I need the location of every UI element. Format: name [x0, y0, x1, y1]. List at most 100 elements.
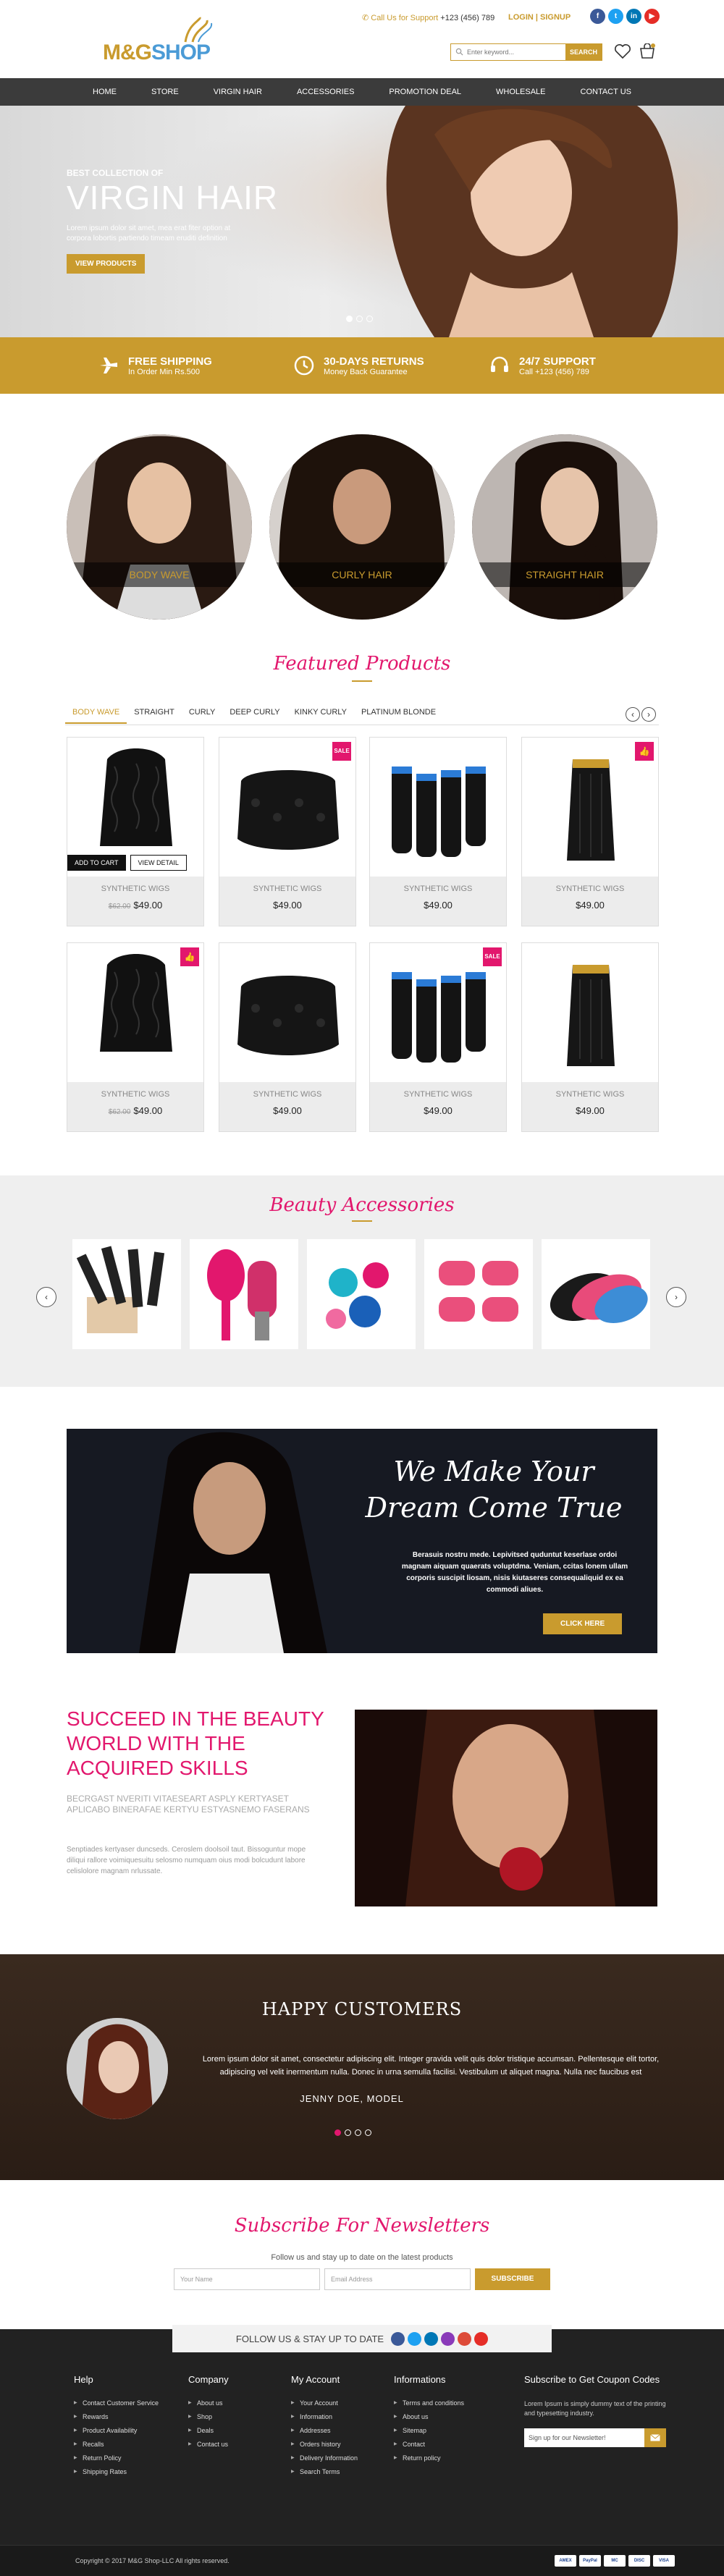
product-name[interactable]: SYNTHETIC WIGS — [370, 1090, 506, 1099]
footer-link[interactable]: Shop — [188, 2413, 229, 2420]
slider-dot[interactable] — [345, 2129, 351, 2136]
tabs-next-button[interactable]: › — [641, 707, 656, 722]
slider-dot[interactable] — [365, 2129, 371, 2136]
footer-link[interactable]: Information — [291, 2413, 358, 2420]
product-name[interactable]: SYNTHETIC WIGS — [370, 884, 506, 893]
category-curly-hair[interactable]: CURLY HAIR — [269, 434, 455, 620]
nav-item-virgin-hair[interactable]: VIRGIN HAIR — [196, 78, 279, 106]
product-name[interactable]: SYNTHETIC WIGS — [522, 884, 658, 893]
google-plus-icon[interactable] — [458, 2331, 472, 2346]
footer-link[interactable]: Rewards — [74, 2413, 159, 2420]
subscribe-button[interactable]: SUBSCRIBE — [475, 2268, 550, 2290]
footer-link[interactable]: Orders history — [291, 2441, 358, 2448]
footer-link[interactable]: Addresses — [291, 2427, 358, 2434]
footer-link[interactable]: About us — [188, 2399, 229, 2407]
footer-link[interactable]: Delivery Information — [291, 2454, 358, 2462]
facebook-icon[interactable]: f — [590, 9, 605, 24]
footer-link[interactable]: Search Terms — [291, 2468, 358, 2475]
like-badge-icon[interactable]: 👍 — [635, 742, 654, 761]
youtube-icon[interactable]: ▶ — [644, 9, 660, 24]
search-button[interactable]: SEARCH — [565, 44, 602, 60]
product-card[interactable]: SYNTHETIC WIGS $49.00 — [369, 737, 507, 926]
accessory-rollers[interactable] — [424, 1239, 533, 1349]
newsletter-name-input[interactable]: Your Name — [174, 2268, 320, 2290]
tab-curly[interactable]: CURLY — [182, 708, 222, 724]
footer-link[interactable]: Return Policy — [74, 2454, 159, 2462]
linkedin-icon[interactable]: in — [626, 9, 641, 24]
tab-platinum-blonde[interactable]: PLATINUM BLONDE — [354, 708, 443, 724]
footer-link[interactable]: Recalls — [74, 2441, 159, 2448]
like-badge-icon[interactable]: 👍 — [180, 947, 199, 966]
slider-dot[interactable] — [346, 316, 353, 322]
view-products-button[interactable]: VIEW PRODUCTS — [67, 254, 146, 274]
tabs-prev-button[interactable]: ‹ — [626, 707, 640, 722]
nav-item-promotion-deal[interactable]: PROMOTION DEAL — [371, 78, 479, 106]
footer-link[interactable]: Your Account — [291, 2399, 358, 2407]
product-card[interactable]: 👍 SYNTHETIC WIGS $62.00 $49.00 — [67, 942, 204, 1132]
nav-item-contact-us[interactable]: CONTACT US — [563, 78, 649, 106]
tab-body-wave[interactable]: BODY WAVE — [65, 708, 127, 724]
footer-link[interactable]: About us — [394, 2413, 464, 2420]
newsletter-email-input[interactable]: Email Address — [324, 2268, 471, 2290]
product-card[interactable]: SALE SYNTHETIC WIGS $49.00 — [219, 737, 356, 926]
product-name[interactable]: SYNTHETIC WIGS — [219, 884, 355, 893]
tab-deep-curly[interactable]: DEEP CURLY — [222, 708, 287, 724]
footer-link[interactable]: Return policy — [394, 2454, 464, 2462]
twitter-icon[interactable] — [408, 2331, 422, 2346]
nav-item-home[interactable]: HOME — [75, 78, 134, 106]
accessory-brushes[interactable] — [72, 1239, 181, 1349]
twitter-icon[interactable]: t — [608, 9, 623, 24]
footer-link[interactable]: Sitemap — [394, 2427, 464, 2434]
nav-item-store[interactable]: STORE — [134, 78, 196, 106]
accessory-detangler[interactable] — [542, 1239, 650, 1349]
product-image[interactable] — [219, 943, 355, 1082]
product-name[interactable]: SYNTHETIC WIGS — [67, 1090, 203, 1099]
tab-straight[interactable]: STRAIGHT — [127, 708, 182, 724]
product-card[interactable]: ADD TO CART VIEW DETAIL SYNTHETIC WIGS $62.… — [67, 737, 204, 926]
youtube-icon[interactable] — [474, 2331, 489, 2346]
search-input[interactable] — [451, 44, 565, 60]
nav-item-accessories[interactable]: ACCESSORIES — [279, 78, 371, 106]
product-card[interactable]: SYNTHETIC WIGS $49.00 — [219, 942, 356, 1132]
accessory-clips[interactable] — [307, 1239, 416, 1349]
footer-link[interactable]: Contact Customer Service — [74, 2399, 159, 2407]
sale-badge: SALE — [483, 947, 502, 966]
cart-icon[interactable] — [639, 43, 656, 59]
footer-link[interactable]: Shipping Rates — [74, 2468, 159, 2475]
product-card[interactable]: 👍 SYNTHETIC WIGS $49.00 — [521, 737, 659, 926]
instagram-icon[interactable] — [441, 2331, 455, 2346]
accessories-next-button[interactable]: › — [666, 1287, 686, 1307]
footer-link[interactable]: Terms and conditions — [394, 2399, 464, 2407]
login-signup-link[interactable]: LOGIN | SIGNUP — [508, 13, 571, 22]
slider-dot[interactable] — [334, 2129, 341, 2136]
tab-kinky-curly[interactable]: KINKY CURLY — [287, 708, 354, 724]
coupon-submit-button[interactable] — [644, 2428, 666, 2447]
slider-dot[interactable] — [356, 316, 363, 322]
coupon-email-input[interactable]: Sign up for our Newsletter! — [524, 2428, 644, 2447]
slider-dot[interactable] — [366, 316, 373, 322]
product-name[interactable]: SYNTHETIC WIGS — [67, 884, 203, 893]
add-to-cart-button[interactable]: ADD TO CART — [67, 855, 126, 871]
click-here-button[interactable]: CLICK HERE — [543, 1613, 623, 1634]
heart-icon[interactable] — [614, 43, 631, 59]
logo[interactable]: M&GSHOP — [100, 16, 223, 67]
product-name[interactable]: SYNTHETIC WIGS — [219, 1090, 355, 1099]
product-image[interactable] — [522, 943, 658, 1082]
product-card[interactable]: SYNTHETIC WIGS $49.00 — [521, 942, 659, 1132]
category-body-wave[interactable]: BODY WAVE — [67, 434, 252, 620]
product-card[interactable]: SALE SYNTHETIC WIGS $49.00 — [369, 942, 507, 1132]
nav-item-wholesale[interactable]: WHOLESALE — [479, 78, 563, 106]
linkedin-icon[interactable] — [424, 2331, 439, 2346]
facebook-icon[interactable] — [391, 2331, 405, 2346]
product-image[interactable] — [370, 738, 506, 877]
footer-link[interactable]: Contact — [394, 2441, 464, 2448]
footer-link[interactable]: Product Availability — [74, 2427, 159, 2434]
slider-dot[interactable] — [355, 2129, 361, 2136]
category-straight-hair[interactable]: STRAIGHT HAIR — [472, 434, 657, 620]
accessories-prev-button[interactable]: ‹ — [36, 1287, 56, 1307]
accessory-hair-brushes[interactable] — [190, 1239, 298, 1349]
footer-link[interactable]: Deals — [188, 2427, 229, 2434]
view-detail-button[interactable]: VIEW DETAIL — [130, 855, 187, 871]
footer-link[interactable]: Contact us — [188, 2441, 229, 2448]
product-name[interactable]: SYNTHETIC WIGS — [522, 1090, 658, 1099]
